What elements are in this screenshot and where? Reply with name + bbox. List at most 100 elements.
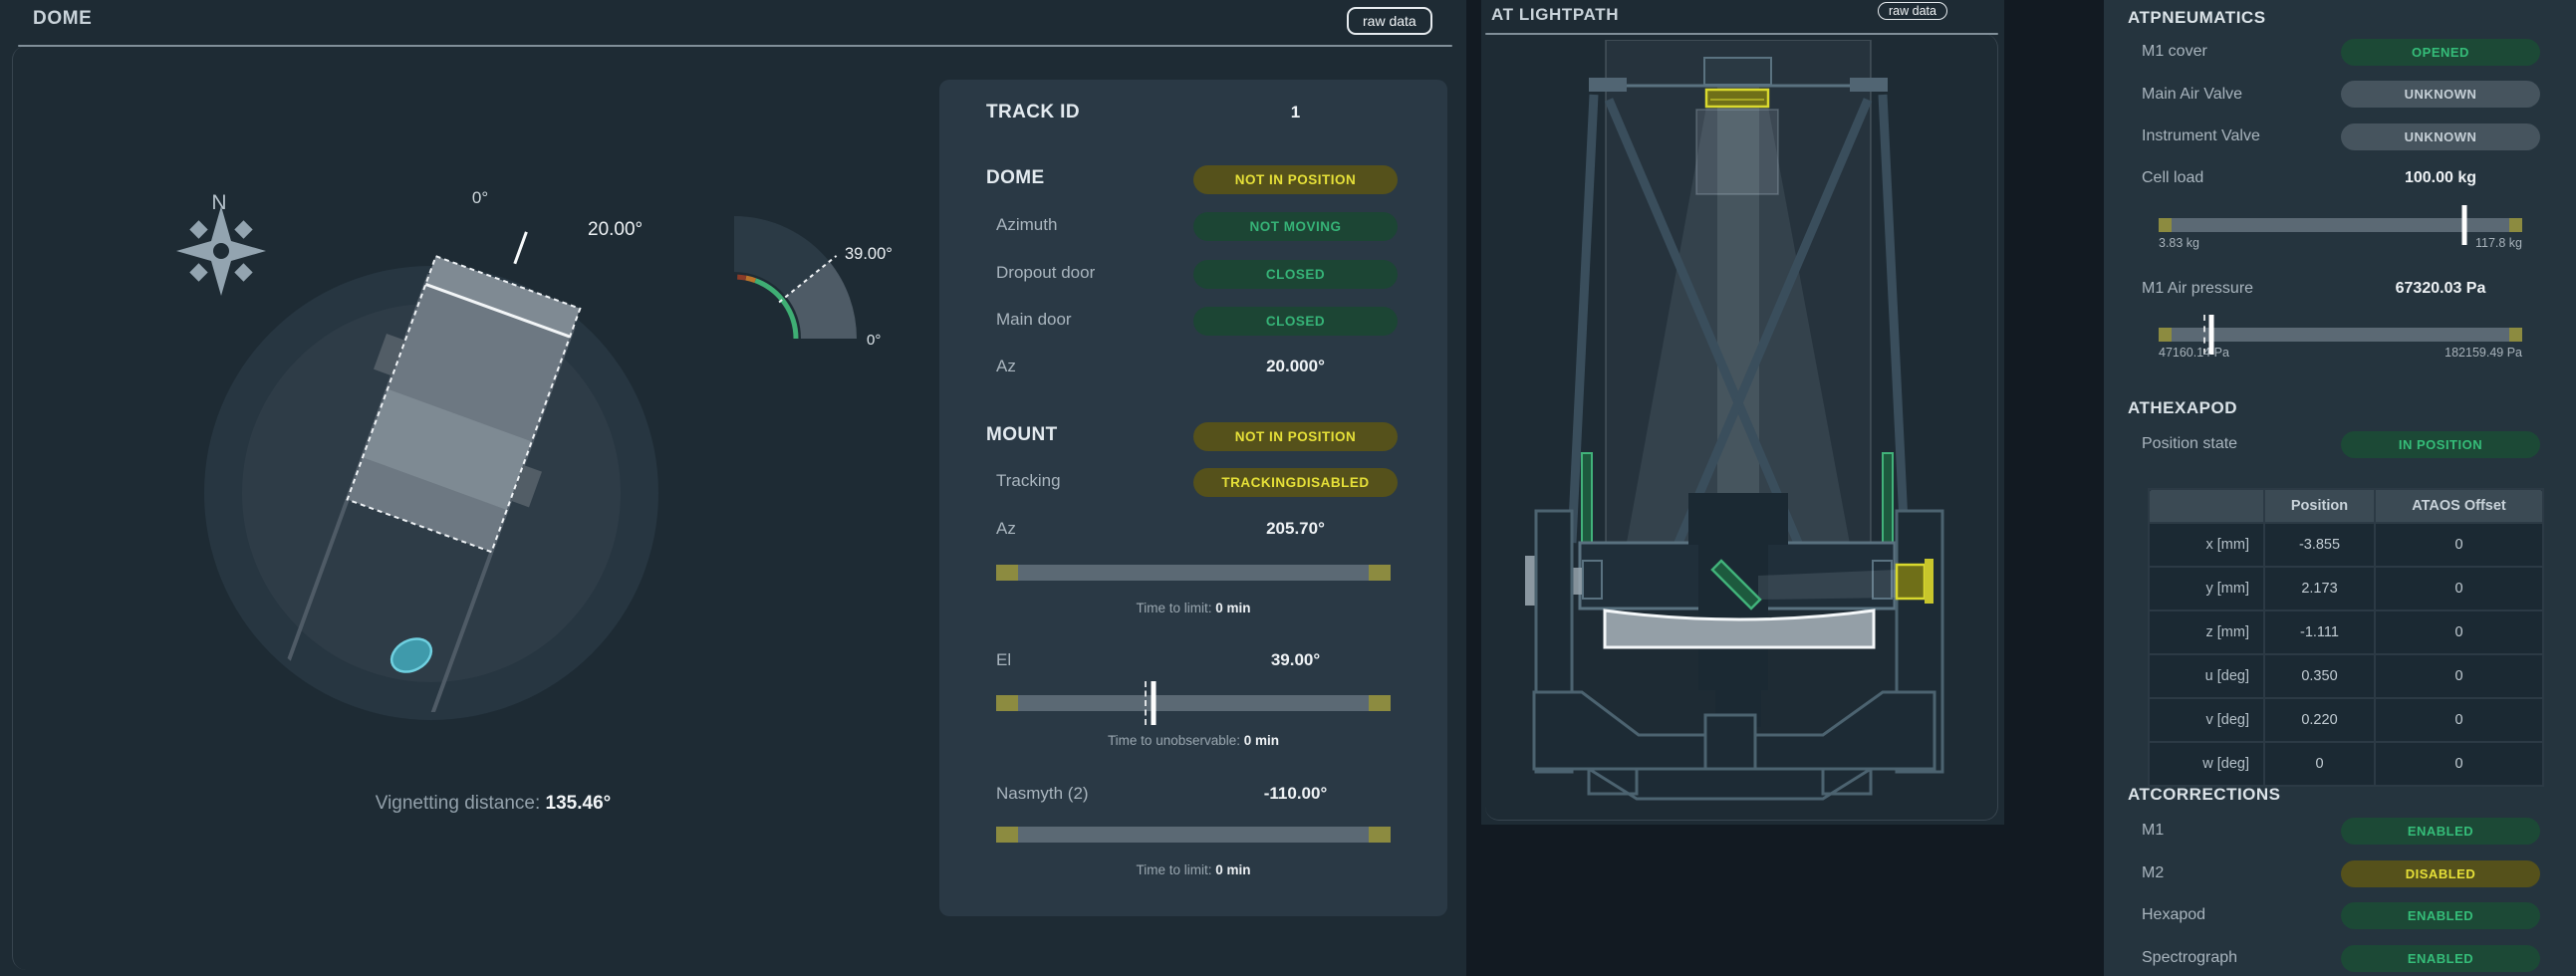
elevation-gauge: 39.00° 0° bbox=[734, 216, 893, 349]
table-row: x [mm] -3.855 0 bbox=[2149, 523, 2543, 567]
azimuth-label: Azimuth bbox=[996, 215, 1057, 235]
hexapod-u-position: 0.350 bbox=[2264, 654, 2375, 698]
main-door-status-badge: CLOSED bbox=[1193, 307, 1398, 336]
m3-tower bbox=[1698, 543, 1768, 690]
cell-load-slider-max-cap bbox=[2509, 218, 2522, 232]
mount-az-slider-track bbox=[996, 565, 1391, 581]
correction-spectrograph-label: Spectrograph bbox=[2142, 949, 2237, 967]
hexapod-table-header-row: Position ATAOS Offset bbox=[2149, 489, 2543, 523]
elevation-warning-arc bbox=[746, 278, 755, 281]
main-air-valve-status-badge: UNKNOWN bbox=[2341, 81, 2540, 108]
hexapod-w-offset: 0 bbox=[2375, 742, 2543, 786]
mount-az-slider-min-cap bbox=[996, 565, 1018, 581]
hexapod-w-label: w [deg] bbox=[2149, 742, 2264, 786]
dome-visualization: N 0° bbox=[149, 149, 956, 837]
mount-status-badge: NOT IN POSITION bbox=[1193, 422, 1398, 451]
compass-icon: N bbox=[176, 191, 266, 296]
hexapod-x-position: -3.855 bbox=[2264, 523, 2375, 567]
lightpath-raw-data-button[interactable]: raw data bbox=[1878, 2, 1947, 20]
hexapod-w-position: 0 bbox=[2264, 742, 2375, 786]
dome-mount-summary-card: TRACK ID 1 DOME NOT IN POSITION Azimuth … bbox=[939, 80, 1447, 916]
m1-air-pressure-label: M1 Air pressure bbox=[2142, 280, 2253, 298]
m1-air-pressure-max-label: 182159.49 Pa bbox=[2159, 346, 2522, 360]
dropout-door-status-badge: CLOSED bbox=[1193, 260, 1398, 289]
mount-az-slider bbox=[996, 565, 1391, 581]
dome-azimuth-pointer-label: 20.00° bbox=[588, 219, 643, 240]
dropout-door-label: Dropout door bbox=[996, 263, 1095, 283]
correction-m2-badge: DISABLED bbox=[2341, 860, 2540, 887]
cell-load-slider-track bbox=[2159, 218, 2522, 232]
atpneumatics-title: ATPNEUMATICS bbox=[2128, 8, 2266, 28]
hexapod-z-label: z [mm] bbox=[2149, 610, 2264, 654]
athexapod-title: ATHEXAPOD bbox=[2128, 398, 2237, 418]
nasmyth-label: Nasmyth (2) bbox=[996, 784, 1089, 804]
dome-panel-title: DOME bbox=[33, 8, 92, 30]
m3-tower-top bbox=[1688, 493, 1788, 545]
atcorrections-title: ATCORRECTIONS bbox=[2128, 785, 2281, 805]
m2-baffle bbox=[1704, 58, 1771, 85]
m1-cover-petal-right bbox=[1883, 453, 1893, 545]
mount-az-label: Az bbox=[996, 519, 1016, 539]
dome-raw-data-button[interactable]: raw data bbox=[1347, 7, 1432, 35]
vignetting-label: Vignetting distance: bbox=[376, 793, 546, 814]
dome-azimuth-zero-label: 0° bbox=[472, 188, 488, 207]
instrument-valve-status-badge: UNKNOWN bbox=[2341, 123, 2540, 150]
hexapod-u-offset: 0 bbox=[2375, 654, 2543, 698]
dome-azimuth-pointer bbox=[515, 232, 527, 264]
elevation-value-label: 39.00° bbox=[845, 245, 893, 263]
compass-north-label: N bbox=[211, 191, 226, 214]
hexapod-table: Position ATAOS Offset x [mm] -3.855 0 y … bbox=[2148, 488, 2544, 787]
position-state-label: Position state bbox=[2142, 435, 2237, 453]
hexapod-v-position: 0.220 bbox=[2264, 698, 2375, 742]
cell-load-value: 100.00 kg bbox=[2341, 169, 2540, 187]
mount-el-time-to-unobservable: Time to unobservable: 0 min bbox=[996, 733, 1391, 748]
mount-el-slider-max-cap bbox=[1369, 695, 1391, 711]
position-state-badge: IN POSITION bbox=[2341, 431, 2540, 458]
correction-hexapod-badge: ENABLED bbox=[2341, 902, 2540, 929]
dome-az-value: 20.000° bbox=[1193, 357, 1398, 376]
mount-el-thumb bbox=[1152, 681, 1157, 725]
hexapod-v-label: v [deg] bbox=[2149, 698, 2264, 742]
tracking-label: Tracking bbox=[996, 471, 1061, 491]
vignetting-distance: Vignetting distance: 135.46° bbox=[376, 793, 612, 814]
nasmyth-slider-min-cap bbox=[996, 827, 1018, 843]
hexapod-y-offset: 0 bbox=[2375, 567, 2543, 610]
hexapod-x-label: x [mm] bbox=[2149, 523, 2264, 567]
mount-az-value: 205.70° bbox=[1193, 519, 1398, 539]
pier bbox=[1705, 715, 1755, 769]
main-door-label: Main door bbox=[996, 310, 1072, 330]
dome-az-label: Az bbox=[996, 357, 1016, 376]
m1-air-pressure-value: 67320.03 Pa bbox=[2341, 280, 2540, 298]
m1-air-pressure-slider bbox=[2159, 328, 2522, 342]
mount-el-slider bbox=[996, 695, 1391, 711]
cell-load-max-label: 117.8 kg bbox=[2159, 236, 2522, 250]
nasmyth-time-to-limit: Time to limit: 0 min bbox=[996, 862, 1391, 877]
hexapod-z-offset: 0 bbox=[2375, 610, 2543, 654]
cell-load-label: Cell load bbox=[2142, 169, 2203, 187]
table-row: y [mm] 2.173 0 bbox=[2149, 567, 2543, 610]
tracking-status-badge: TRACKINGDISABLED bbox=[1193, 468, 1398, 497]
table-row: v [deg] 0.220 0 bbox=[2149, 698, 2543, 742]
hexapod-z-position: -1.111 bbox=[2264, 610, 2375, 654]
m1-air-pressure-slider-max-cap bbox=[2509, 328, 2522, 342]
hexapod-x-offset: 0 bbox=[2375, 523, 2543, 567]
telescope-lightpath-diagram bbox=[1494, 40, 2004, 821]
nasmyth-value: -110.00° bbox=[1193, 784, 1398, 804]
cell-load-slider bbox=[2159, 218, 2522, 232]
lightpath-panel: AT LIGHTPATH raw data bbox=[1481, 0, 2004, 825]
main-air-valve-label: Main Air Valve bbox=[2142, 86, 2242, 104]
correction-m2-label: M2 bbox=[2142, 864, 2164, 882]
m1-air-pressure-slider-min-cap bbox=[2159, 328, 2172, 342]
nasmyth-slider-max-cap bbox=[1369, 827, 1391, 843]
azimuth-status-badge: NOT MOVING bbox=[1193, 212, 1398, 241]
track-id-label: TRACK ID bbox=[986, 102, 1080, 123]
nasmyth-slider-track bbox=[996, 827, 1391, 843]
mount-az-time-to-limit: Time to limit: 0 min bbox=[996, 601, 1391, 615]
hexapod-u-label: u [deg] bbox=[2149, 654, 2264, 698]
m1-cover-petal-left bbox=[1582, 453, 1592, 545]
table-row: z [mm] -1.111 0 bbox=[2149, 610, 2543, 654]
cell-load-slider-min-cap bbox=[2159, 218, 2172, 232]
correction-spectrograph-badge: ENABLED bbox=[2341, 945, 2540, 972]
track-id-value: 1 bbox=[1193, 103, 1398, 122]
hexapod-header-position: Position bbox=[2264, 489, 2375, 523]
